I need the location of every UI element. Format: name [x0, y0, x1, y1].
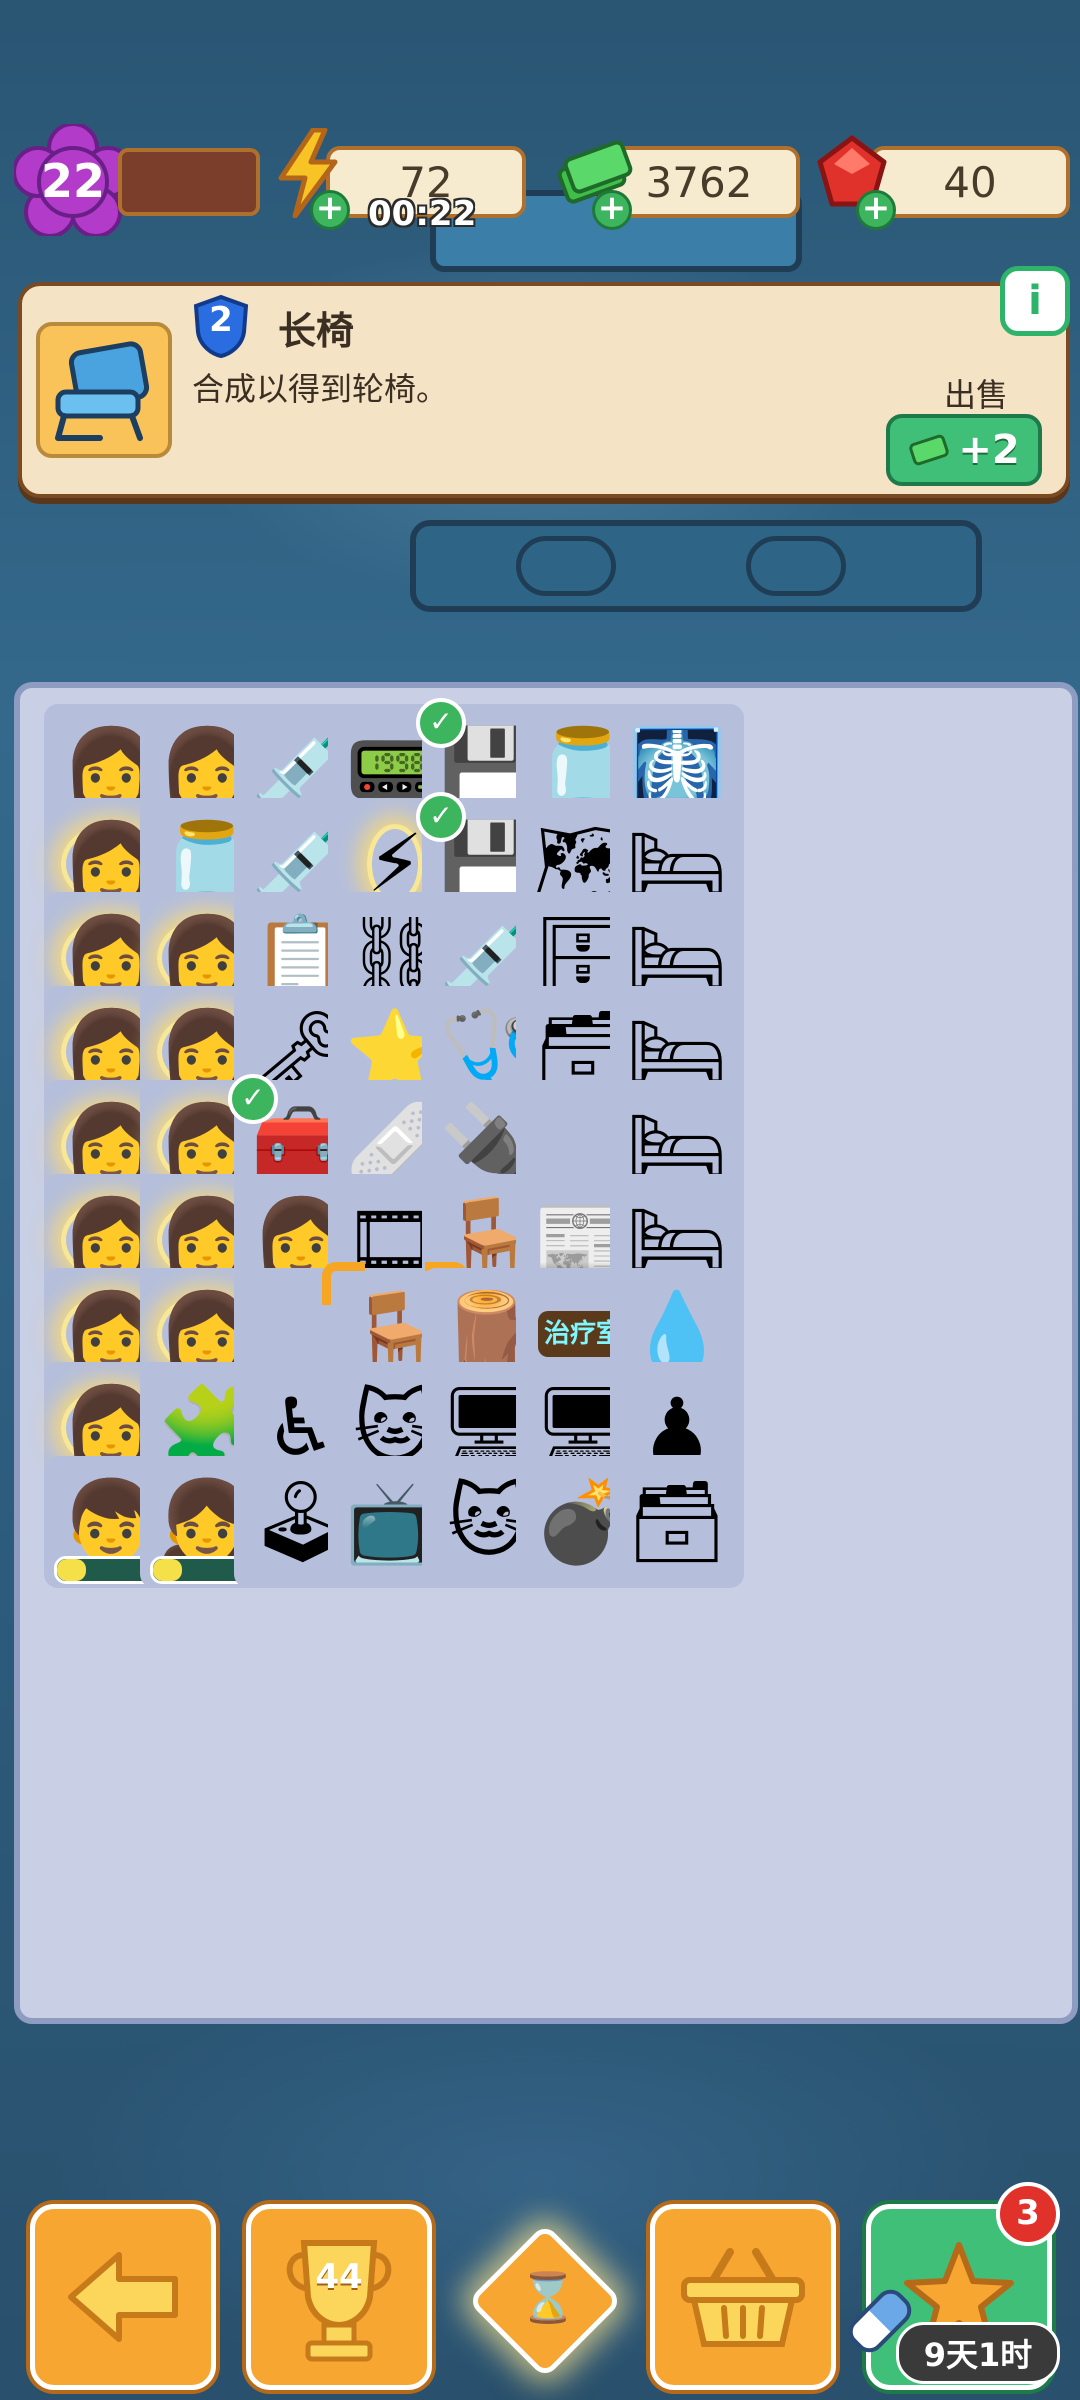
item-description: 合成以得到轮椅。 — [192, 370, 449, 408]
add-energy-button[interactable]: + — [310, 190, 350, 230]
trophy-count: 44 — [315, 2257, 363, 2297]
cash-icon — [909, 434, 950, 466]
item-info-panel: 2 长椅 合成以得到轮椅。 i 出售 +2 — [18, 266, 1070, 498]
level-value: 22 — [40, 154, 105, 208]
checkmark-icon: ✓ — [228, 1074, 278, 1124]
checkmark-icon: ✓ — [416, 698, 466, 748]
cash-value: 3762 — [645, 157, 753, 207]
event-timer-text: 9天1时 — [923, 2336, 1033, 2374]
gem-counter[interactable]: 40 — [870, 146, 1070, 218]
arrow-left-icon — [68, 2252, 178, 2342]
back-button[interactable] — [30, 2204, 216, 2390]
medicine-desk-icon: 🗃 — [626, 1475, 728, 1568]
info-button[interactable]: i — [1000, 266, 1070, 336]
background-machine — [410, 520, 982, 612]
trophy-button[interactable]: 44 — [246, 2204, 432, 2390]
basket-icon — [681, 2248, 805, 2347]
item-level: 2 — [209, 300, 233, 340]
energy-timer: 00:22 — [368, 194, 477, 234]
merge-board: 👩 👩 💉 📟 💾 ✓ 🫙 🩻 👩 🫙 💉 ⚡ 💾 ✓ 🗺 🛏 👩 👩 📋 ⛓ 💉 🗄 🛏 👩 👩 🗝 ⭐ 🩺 🗃 🛏 👩 👩 🧰 ✓ 🩹 🔌 🛏 👩 👩 👩… — [14, 682, 1078, 2024]
hourglass-icon: ⌛ — [517, 2270, 578, 2327]
add-cash-button[interactable]: + — [592, 190, 632, 230]
trophy-icon — [286, 2240, 392, 2362]
checkmark-icon: ✓ — [416, 792, 466, 842]
selected-item-thumbnail — [36, 322, 172, 458]
event-timer: 9天1时 — [896, 2322, 1060, 2384]
level-progress-bar — [118, 148, 260, 216]
board-cell[interactable]: 🗃 — [610, 1456, 744, 1588]
notification-badge: 3 — [996, 2182, 1060, 2246]
add-gems-button[interactable]: + — [856, 190, 896, 230]
shop-basket-button[interactable] — [650, 2204, 836, 2390]
progress-fill — [57, 1559, 86, 1581]
progress-fill — [153, 1559, 182, 1581]
level-badge[interactable]: 22 — [12, 122, 134, 238]
sell-button[interactable]: +2 — [886, 414, 1042, 486]
bench-chair-icon — [55, 341, 150, 441]
item-name: 长椅 — [278, 309, 355, 353]
gem-value: 40 — [943, 157, 997, 207]
sell-label: 出售 — [943, 376, 1008, 414]
sell-value: +2 — [958, 427, 1020, 473]
